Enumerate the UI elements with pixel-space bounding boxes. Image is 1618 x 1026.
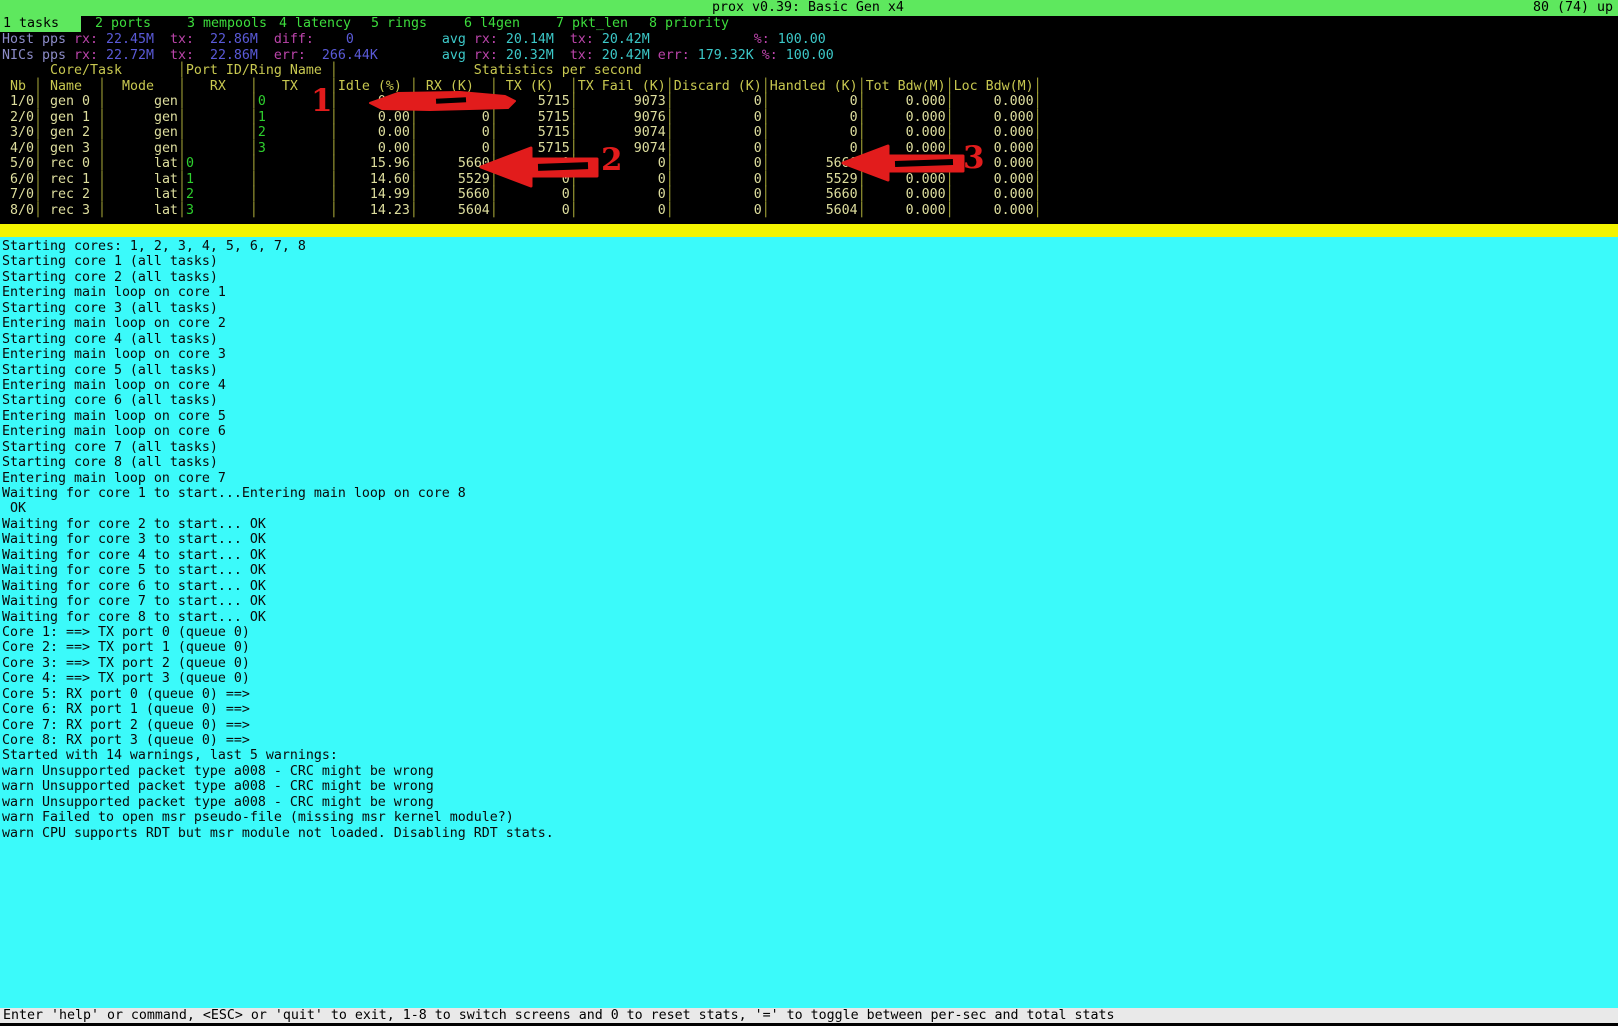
log-line: warn Unsupported packet type a008 - CRC … [2, 795, 554, 810]
log-line: OK [2, 501, 554, 516]
tab-4-latency[interactable]: 4 latency [279, 16, 351, 32]
log-line: Core 2: ==> TX port 1 (queue 0) [2, 640, 554, 655]
tab-7-pkt_len[interactable]: 7 pkt_len [556, 16, 628, 32]
host-pps-line: Host pps rx: 22.45M tx: 22.86M diff: 0 a… [2, 32, 1042, 48]
log-line: Waiting for core 3 to start... OK [2, 532, 554, 547]
log-line: Waiting for core 8 to start... OK [2, 610, 554, 625]
table-row: 4/0│ gen 3 │ gen│ │3 │ 0.00│ 0│ 5715│ 90… [2, 141, 1042, 157]
log-line: Entering main loop on core 2 [2, 316, 554, 331]
log-line: Starting core 8 (all tasks) [2, 455, 554, 470]
log-lines: Starting cores: 1, 2, 3, 4, 5, 6, 7, 8St… [2, 239, 554, 841]
log-line: Entering main loop on core 1 [2, 285, 554, 300]
log-line: Starting core 3 (all tasks) [2, 301, 554, 316]
table-row: 1/0│ gen 0 │ gen│ │0 │ 0.00│ 0│ 5715│ 90… [2, 94, 1042, 110]
annotation-number-1: 1 [311, 87, 333, 115]
status-text: Enter 'help' or command, <ESC> or 'quit'… [3, 1008, 1114, 1023]
app-title: prox v0.39: Basic Gen x4 [712, 0, 904, 16]
log-line: Core 6: RX port 1 (queue 0) ==> [2, 702, 554, 717]
log-line: warn CPU supports RDT but msr module not… [2, 826, 554, 841]
log-line: Core 3: ==> TX port 2 (queue 0) [2, 656, 554, 671]
log-line: Waiting for core 6 to start... OK [2, 579, 554, 594]
tab-8-priority[interactable]: 8 priority [649, 16, 729, 32]
log-line: Core 1: ==> TX port 0 (queue 0) [2, 625, 554, 640]
uptime-indicator: 80 (74) up [1533, 0, 1613, 16]
tab-5-rings[interactable]: 5 rings [371, 16, 427, 32]
separator-bar [0, 224, 1618, 237]
annotation-number-3: 3 [963, 144, 985, 172]
table-column-headers: Nb │ Name │ Mode │ RX │ TX │Idle (%) │ R… [2, 79, 1042, 95]
log-line: Waiting for core 5 to start... OK [2, 563, 554, 578]
log-line: Waiting for core 7 to start... OK [2, 594, 554, 609]
log-line: Starting core 6 (all tasks) [2, 393, 554, 408]
annotation-number-2: 2 [601, 146, 623, 174]
status-bar: Enter 'help' or command, <ESC> or 'quit'… [0, 1008, 1618, 1023]
log-line: Entering main loop on core 5 [2, 409, 554, 424]
log-line: Entering main loop on core 7 [2, 471, 554, 486]
tasks-table: Core/Task │Port ID/Ring Name │ Statistic… [2, 63, 1042, 218]
log-line: Core 8: RX port 3 (queue 0) ==> [2, 733, 554, 748]
table-row: 2/0│ gen 1 │ gen│ │1 │ 0.00│ 0│ 5715│ 90… [2, 110, 1042, 126]
tab-6-l4gen[interactable]: 6 l4gen [464, 16, 520, 32]
table-row: 8/0│ rec 3 │ lat│3 │ │ 14.23│ 5604│ 0│ 0… [2, 203, 1042, 219]
nics-pps-line: NICs pps rx: 22.72M tx: 22.86M err: 266.… [2, 48, 1042, 64]
log-line: Starting core 7 (all tasks) [2, 440, 554, 455]
log-line: Starting cores: 1, 2, 3, 4, 5, 6, 7, 8 [2, 239, 554, 254]
log-line: warn Unsupported packet type a008 - CRC … [2, 764, 554, 779]
table-group-header: Core/Task │Port ID/Ring Name │ Statistic… [2, 63, 1042, 79]
log-line: Waiting for core 4 to start... OK [2, 548, 554, 563]
log-line: Entering main loop on core 6 [2, 424, 554, 439]
log-line: warn Unsupported packet type a008 - CRC … [2, 779, 554, 794]
log-area: Starting cores: 1, 2, 3, 4, 5, 6, 7, 8St… [0, 237, 1618, 1008]
tab-bar: 1 tasks 2 ports 3 mempools 4 latency 5 ring… [0, 16, 1618, 32]
log-line: Started with 14 warnings, last 5 warning… [2, 748, 554, 763]
log-line: Starting core 2 (all tasks) [2, 270, 554, 285]
log-line: Starting core 1 (all tasks) [2, 254, 554, 269]
tab-1-tasks[interactable]: 1 tasks [0, 16, 81, 32]
log-line: Starting core 4 (all tasks) [2, 332, 554, 347]
title-bar: prox v0.39: Basic Gen x4 80 (74) up [0, 0, 1618, 16]
table-row: 7/0│ rec 2 │ lat│2 │ │ 14.99│ 5660│ 0│ 0… [2, 187, 1042, 203]
log-line: warn Failed to open msr pseudo-file (mis… [2, 810, 554, 825]
stats-block: Host pps rx: 22.45M tx: 22.86M diff: 0 a… [2, 32, 1042, 218]
log-line: Waiting for core 2 to start... OK [2, 517, 554, 532]
table-row: 3/0│ gen 2 │ gen│ │2 │ 0.00│ 0│ 5715│ 90… [2, 125, 1042, 141]
log-line: Core 7: RX port 2 (queue 0) ==> [2, 718, 554, 733]
terminal-screen[interactable]: prox v0.39: Basic Gen x4 80 (74) up 1 ta… [0, 0, 1618, 1026]
table-row: 5/0│ rec 0 │ lat│0 │ │ 15.96│ 5660│ 0│ 0… [2, 156, 1042, 172]
tab-2-ports[interactable]: 2 ports [95, 16, 151, 32]
log-line: Entering main loop on core 3 [2, 347, 554, 362]
log-line: Core 5: RX port 0 (queue 0) ==> [2, 687, 554, 702]
tab-3-mempools[interactable]: 3 mempools [187, 16, 267, 32]
log-line: Entering main loop on core 4 [2, 378, 554, 393]
log-line: Waiting for core 1 to start...Entering m… [2, 486, 554, 501]
log-line: Core 4: ==> TX port 3 (queue 0) [2, 671, 554, 686]
log-line: Starting core 5 (all tasks) [2, 363, 554, 378]
table-row: 6/0│ rec 1 │ lat│1 │ │ 14.60│ 5529│ 0│ 0… [2, 172, 1042, 188]
